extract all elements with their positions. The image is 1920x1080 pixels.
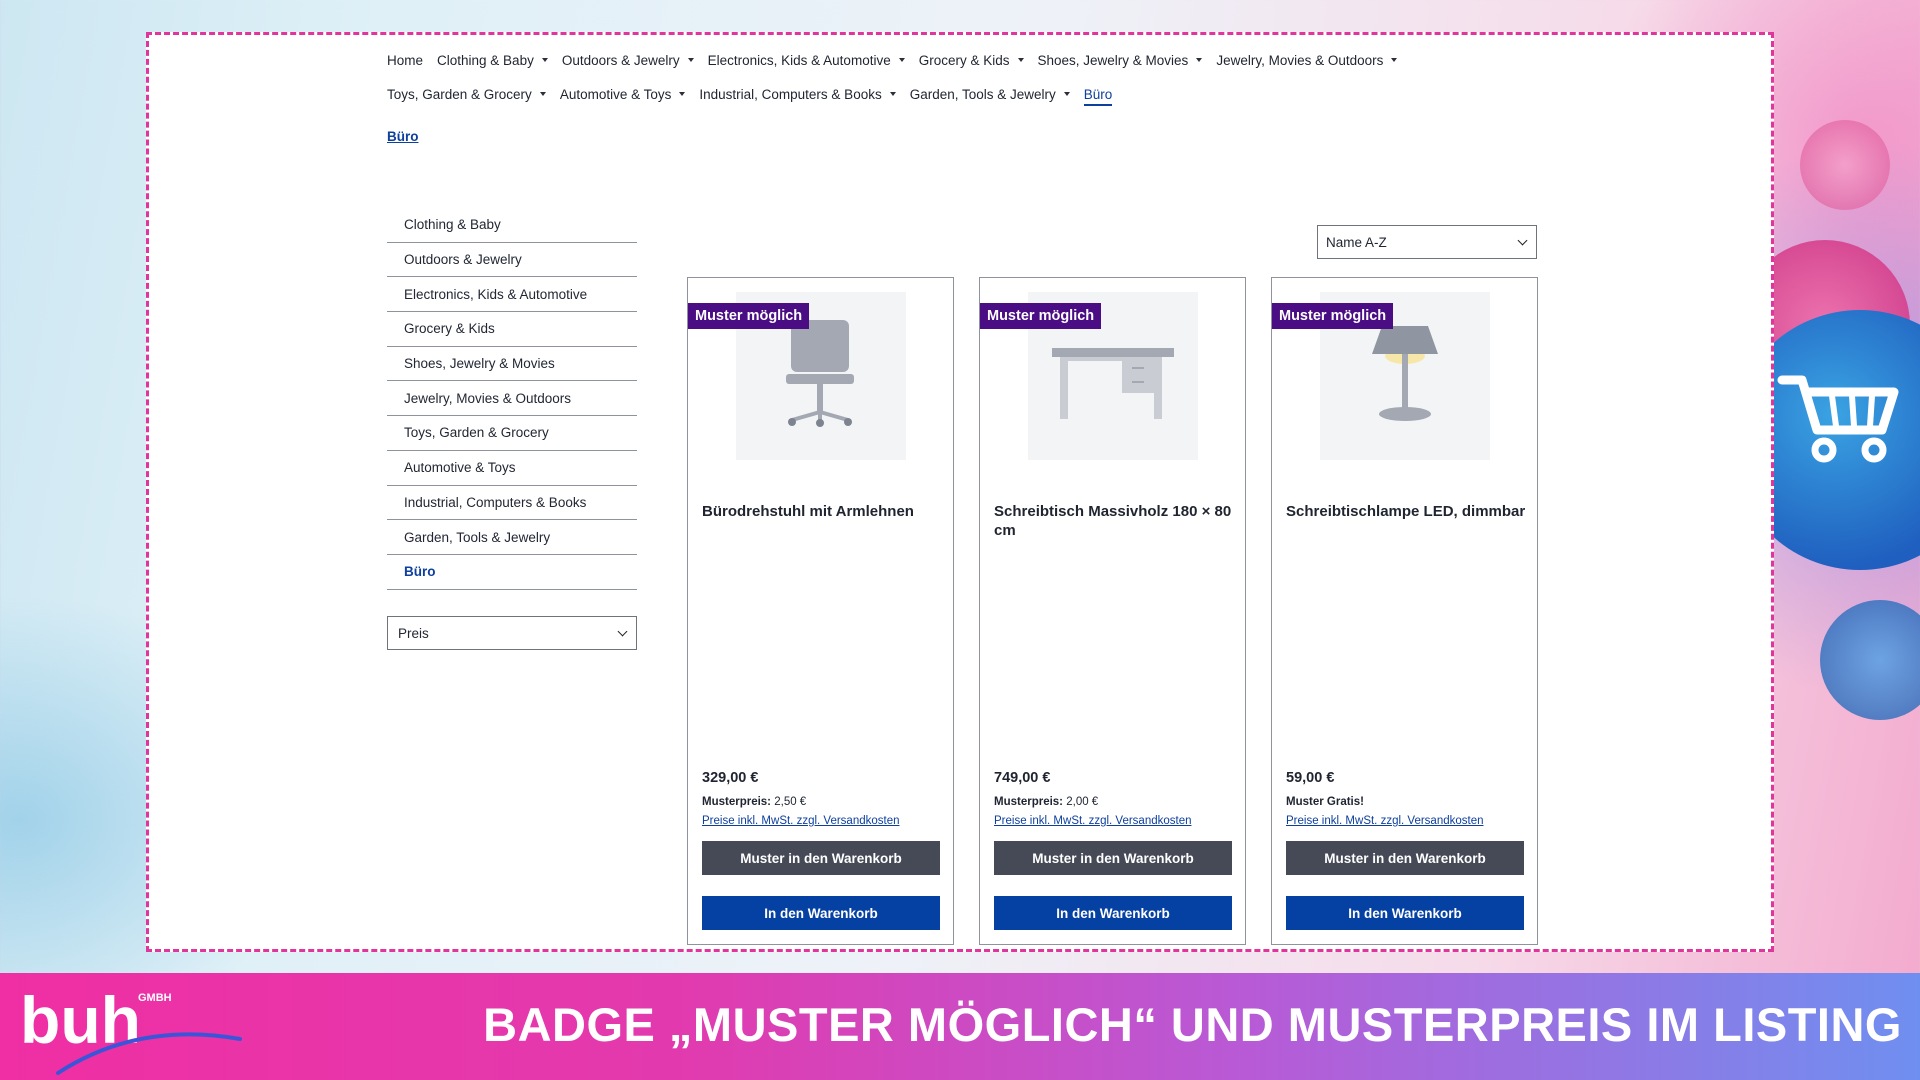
sidebar-category-item[interactable]: Toys, Garden & Grocery xyxy=(387,416,637,451)
nav-item-label: Automotive & Toys xyxy=(559,86,672,102)
nav-item[interactable]: Büro xyxy=(1083,86,1113,106)
shopping-cart-icon xyxy=(1777,375,1899,463)
nav-item[interactable]: Industrial, Computers & Books xyxy=(699,86,896,102)
caret-down-icon xyxy=(679,92,686,96)
price-filter-select[interactable]: Preis xyxy=(387,616,637,650)
caret-down-icon xyxy=(1063,92,1070,96)
nav-item-label: Clothing & Baby xyxy=(437,52,534,68)
main-navigation: Home Clothing & Baby Outdoors & Jewelry Ele… xyxy=(387,43,1587,111)
category-sidebar: Clothing & Baby Outdoors & Jewelry Electro… xyxy=(387,208,637,590)
tax-shipping-link[interactable]: Preise inkl. MwSt. zzgl. Versandkosten xyxy=(994,815,1192,827)
product-price: 59,00 € xyxy=(1286,770,1335,786)
add-to-cart-button[interactable]: In den Warenkorb xyxy=(1286,896,1524,930)
add-sample-to-cart-button[interactable]: Muster in den Warenkorb xyxy=(702,841,940,875)
sort-select[interactable]: Name A-Z xyxy=(1317,225,1537,259)
sidebar-category-item[interactable]: Grocery & Kids xyxy=(387,312,637,347)
sidebar-category-item[interactable]: Garden, Tools & Jewelry xyxy=(387,520,637,555)
chevron-down-icon xyxy=(617,626,628,636)
nav-item-label: Outdoors & Jewelry xyxy=(561,52,680,68)
add-to-cart-button[interactable]: In den Warenkorb xyxy=(994,896,1232,930)
banner-headline: BADGE „MUSTER MÖGLICH“ UND MUSTERPREIS I… xyxy=(483,998,1902,1051)
tax-shipping-link[interactable]: Preise inkl. MwSt. zzgl. Versandkosten xyxy=(1286,815,1484,827)
background-bubble xyxy=(1820,600,1920,720)
sidebar-category-item[interactable]: Clothing & Baby xyxy=(387,208,637,243)
nav-item-label: Büro xyxy=(1083,86,1113,102)
nav-item-label: Garden, Tools & Jewelry xyxy=(909,86,1056,102)
sample-price-label: Musterpreis: xyxy=(994,796,1064,808)
product-card: Muster möglich Schreibtischlampe LED, di… xyxy=(1271,277,1538,945)
caret-down-icon xyxy=(687,58,694,62)
caret-down-icon xyxy=(541,58,548,62)
price-filter-label: Preis xyxy=(398,625,429,641)
nav-item-label: Shoes, Jewelry & Movies xyxy=(1037,52,1189,68)
sample-available-badge: Muster möglich xyxy=(1272,303,1394,329)
sidebar-category-item[interactable]: Outdoors & Jewelry xyxy=(387,243,637,278)
nav-item[interactable]: Automotive & Toys xyxy=(560,87,686,102)
product-card: Muster möglich Bürodrehstuhl mit Armlehn… xyxy=(687,277,954,945)
nav-item-label: Jewelry, Movies & Outdoors xyxy=(1216,52,1384,68)
svg-text:GMBH: GMBH xyxy=(138,992,172,1004)
nav-item[interactable]: Jewelry, Movies & Outdoors xyxy=(1216,52,1398,68)
caret-down-icon xyxy=(898,58,905,62)
shop-window-frame: Home Clothing & Baby Outdoors & Jewelry Ele… xyxy=(146,32,1774,952)
nav-item[interactable]: Clothing & Baby xyxy=(437,53,548,68)
background-bubble xyxy=(1800,120,1890,210)
sample-price: Musterpreis: 2,00 € xyxy=(994,796,1098,808)
nav-item-label: Home xyxy=(387,52,424,68)
product-name[interactable]: Bürodrehstuhl mit Armlehnen xyxy=(702,502,942,521)
main-navigation-row: Toys, Garden & Grocery Automotive & Toys I… xyxy=(387,77,1587,111)
product-name[interactable]: Schreibtisch Massivholz 180 × 80 cm xyxy=(994,502,1234,540)
sidebar-category-item[interactable]: Büro xyxy=(387,555,637,590)
sample-available-badge: Muster möglich xyxy=(980,303,1102,329)
product-card: Muster möglich Schreibtisch Massivholz 1… xyxy=(979,277,1246,945)
sample-price-label: Musterpreis: xyxy=(702,796,772,808)
sample-price-label: Muster Gratis! xyxy=(1286,796,1364,808)
caret-down-icon xyxy=(1017,58,1024,62)
nav-item-label: Industrial, Computers & Books xyxy=(699,86,882,102)
caret-down-icon xyxy=(889,92,896,96)
company-logo: buh GMBH xyxy=(20,983,242,1075)
sort-selected-value: Name A-Z xyxy=(1326,234,1387,250)
add-to-cart-button[interactable]: In den Warenkorb xyxy=(702,896,940,930)
product-name[interactable]: Schreibtischlampe LED, dimmbar xyxy=(1286,502,1526,521)
nav-item[interactable]: Electronics, Kids & Automotive xyxy=(708,53,905,68)
nav-item[interactable]: Home xyxy=(387,53,423,68)
sample-available-badge: Muster möglich xyxy=(688,303,810,329)
sidebar-category-item[interactable]: Automotive & Toys xyxy=(387,451,637,486)
main-navigation-row: Home Clothing & Baby Outdoors & Jewelry Ele… xyxy=(387,43,1587,77)
nav-item[interactable]: Garden, Tools & Jewelry xyxy=(910,87,1070,102)
nav-item-label: Grocery & Kids xyxy=(918,52,1010,68)
sidebar-category-item[interactable]: Electronics, Kids & Automotive xyxy=(387,277,637,313)
nav-item[interactable]: Shoes, Jewelry & Movies xyxy=(1038,53,1203,68)
footer-banner: buh GMBH BADGE „MUSTER MÖGLICH“ UND MUST… xyxy=(0,973,1920,1080)
tax-shipping-link[interactable]: Preise inkl. MwSt. zzgl. Versandkosten xyxy=(702,815,900,827)
product-price: 749,00 € xyxy=(994,770,1051,786)
sample-price-value: 2,00 € xyxy=(1066,796,1099,808)
sidebar-category-item[interactable]: Jewelry, Movies & Outdoors xyxy=(387,381,637,417)
add-sample-to-cart-button[interactable]: Muster in den Warenkorb xyxy=(994,841,1232,875)
product-price: 329,00 € xyxy=(702,770,759,786)
caret-down-icon xyxy=(539,92,546,96)
caret-down-icon xyxy=(1391,58,1398,62)
add-sample-to-cart-button[interactable]: Muster in den Warenkorb xyxy=(1286,841,1524,875)
sample-price: Musterpreis: 2,50 € xyxy=(702,796,806,808)
nav-item[interactable]: Grocery & Kids xyxy=(919,53,1024,68)
svg-text:buh: buh xyxy=(20,983,141,1057)
sidebar-category-item[interactable]: Shoes, Jewelry & Movies xyxy=(387,347,637,382)
sample-price: Muster Gratis! xyxy=(1286,796,1364,808)
nav-item-label: Toys, Garden & Grocery xyxy=(387,86,532,102)
caret-down-icon xyxy=(1196,58,1203,62)
chevron-down-icon xyxy=(1517,235,1528,245)
nav-item-label: Electronics, Kids & Automotive xyxy=(707,52,891,68)
sample-price-value: 2,50 € xyxy=(774,796,807,808)
sidebar-category-item[interactable]: Industrial, Computers & Books xyxy=(387,486,637,521)
nav-item[interactable]: Toys, Garden & Grocery xyxy=(387,87,546,102)
breadcrumb[interactable]: Büro xyxy=(387,129,419,144)
nav-item[interactable]: Outdoors & Jewelry xyxy=(562,53,694,68)
